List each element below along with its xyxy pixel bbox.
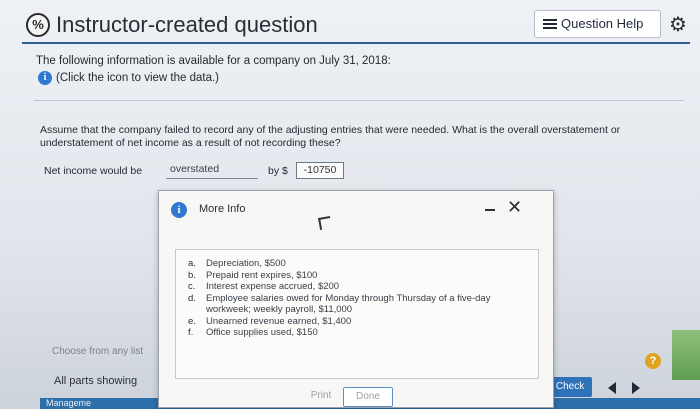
page-title: Instructor-created question xyxy=(56,12,318,37)
close-icon[interactable]: ✕ xyxy=(507,198,522,216)
page: % Instructor-created question Question H… xyxy=(0,0,700,409)
list-item: d. Employee salaries owed for Monday thro… xyxy=(184,293,534,316)
info-icon: i xyxy=(171,202,187,218)
item-text: Interest expense accrued, $200 xyxy=(206,281,340,292)
side-panel xyxy=(672,330,700,380)
list-item: c. Interest expense accrued, $200 xyxy=(184,281,534,293)
by-label: by $ xyxy=(268,165,288,177)
intro-text: The following information is available f… xyxy=(36,55,391,67)
list-icon xyxy=(543,19,557,29)
minimize-icon[interactable] xyxy=(485,209,495,211)
list-item: f. Office supplies used, $150 xyxy=(184,327,534,339)
item-text: Prepaid rent expires, $100 xyxy=(206,269,318,281)
answer-label: Net income would be xyxy=(44,165,143,177)
previous-arrow-icon[interactable] xyxy=(608,382,616,394)
answer-row: Net income would be overstated by $ -107… xyxy=(44,161,364,183)
list-item: b. Prepaid rent expires, $100 xyxy=(184,270,534,282)
dialog-header: i More Info ✕ xyxy=(159,191,553,227)
list-item: e. Unearned revenue earned, $1,400 xyxy=(184,316,534,328)
question-help-button[interactable]: Question Help xyxy=(534,10,661,38)
bottom-bar-label: Manageme xyxy=(46,398,92,408)
help-circle-icon[interactable]: ? xyxy=(645,353,661,369)
item-text: Depreciation, $500 xyxy=(206,258,286,269)
question-header: % Instructor-created question Question H… xyxy=(22,10,690,44)
dialog-title: More Info xyxy=(199,203,246,215)
data-list: a. Depreciation, $500 b. Prepaid rent expi… xyxy=(184,258,534,339)
more-info-dialog: i More Info ✕ a. Depreciation, $500 b. Pre… xyxy=(158,190,554,408)
question-type-icon: % xyxy=(26,13,50,37)
item-letter: c. xyxy=(188,281,196,292)
gear-icon[interactable]: ⚙ xyxy=(669,12,687,37)
overstatement-select[interactable]: overstated xyxy=(166,161,258,179)
data-box: a. Depreciation, $500 b. Prepaid rent expi… xyxy=(175,249,539,379)
item-letter: d. xyxy=(188,292,196,304)
cursor-icon xyxy=(318,216,332,230)
done-button[interactable]: Done xyxy=(343,387,393,407)
question-help-label: Question Help xyxy=(561,16,644,31)
print-button[interactable]: Print xyxy=(299,387,343,407)
list-item: a. Depreciation, $500 xyxy=(184,258,534,270)
next-arrow-icon[interactable] xyxy=(632,382,640,394)
item-letter: e. xyxy=(188,315,196,327)
choose-hint: Choose from any list xyxy=(52,346,144,357)
parts-status: All parts showing xyxy=(54,375,138,387)
divider xyxy=(34,100,684,101)
view-data-label: (Click the icon to view the data.) xyxy=(56,72,219,85)
amount-input[interactable]: -10750 xyxy=(296,162,344,179)
item-text: Unearned revenue earned, $1,400 xyxy=(206,315,352,327)
info-icon[interactable]: i xyxy=(38,71,52,85)
item-letter: b. xyxy=(188,269,196,281)
item-text: Office supplies used, $150 xyxy=(206,327,318,338)
item-letter: f. xyxy=(188,327,194,338)
item-text: Employee salaries owed for Monday throug… xyxy=(206,292,491,316)
question-text: Assume that the company failed to record… xyxy=(40,124,621,149)
view-data-link[interactable]: i (Click the icon to view the data.) xyxy=(38,71,219,85)
item-letter: a. xyxy=(188,258,196,269)
